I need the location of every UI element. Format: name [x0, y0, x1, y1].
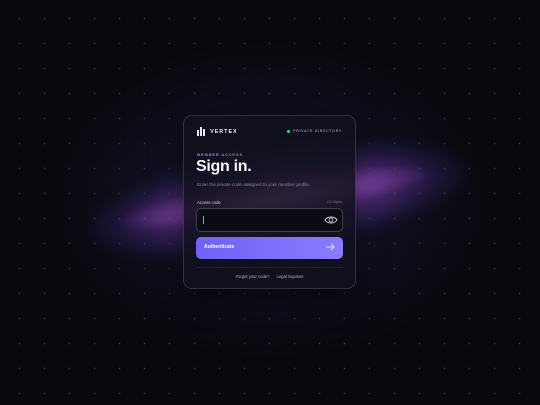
- legal-inquiries-link[interactable]: Legal inquiries: [276, 274, 303, 279]
- access-code-label: Access code: [197, 200, 221, 205]
- bar-chart-logo-icon: [197, 127, 206, 136]
- brand-name: VERTEX: [210, 128, 238, 135]
- divider: [196, 267, 343, 268]
- arrow-right-icon: [326, 243, 335, 251]
- authenticate-button[interactable]: Authenticate: [196, 237, 343, 259]
- access-code-field[interactable]: [196, 208, 343, 232]
- footer-links: Forgot your code? Legal inquiries: [184, 274, 355, 279]
- status-dot-icon: [287, 129, 291, 133]
- directory-badge: PRIVATE DIRECTORY: [287, 129, 342, 133]
- brand: VERTEX: [197, 127, 238, 136]
- access-code-input[interactable]: [202, 213, 318, 227]
- access-code-hint: 4-6 digits: [326, 200, 342, 204]
- forgot-code-link[interactable]: Forgot your code?: [235, 274, 269, 279]
- page-title: Sign in.: [196, 158, 252, 175]
- directory-label: PRIVATE DIRECTORY: [293, 129, 342, 133]
- sign-in-card: VERTEX PRIVATE DIRECTORY MEMBER ACCESS S…: [183, 115, 356, 289]
- subtitle: Enter the private code assigned to your …: [197, 182, 311, 187]
- eye-icon[interactable]: [324, 214, 338, 226]
- authenticate-label: Authenticate: [204, 244, 235, 250]
